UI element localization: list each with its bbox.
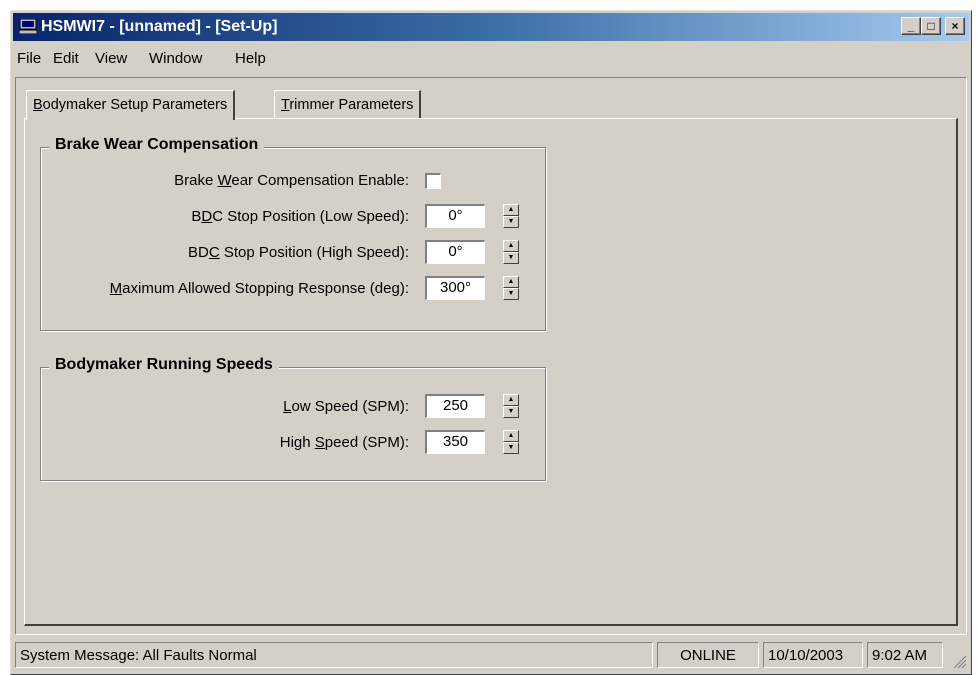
close-button[interactable]: ×	[945, 17, 965, 35]
low-speed-label: Low Speed (SPM):	[283, 398, 409, 415]
main-window: HSMWI7 - [unnamed] - [Set-Up] _ □ × File…	[10, 10, 972, 675]
title-bar[interactable]: HSMWI7 - [unnamed] - [Set-Up] _ □ ×	[13, 13, 969, 41]
group-title: Bodymaker Running Speeds	[49, 356, 279, 374]
minimize-button[interactable]: _	[901, 17, 921, 35]
max-stopping-spinner[interactable]: ▲ ▼	[503, 276, 519, 300]
menu-edit[interactable]: Edit	[53, 50, 79, 67]
bdc-high-spinner[interactable]: ▲ ▼	[503, 240, 519, 264]
brake-wear-group: Brake Wear Compensation Brake Wear Compe…	[40, 136, 546, 331]
bdc-low-input[interactable]: 0°	[425, 204, 485, 228]
spin-down-icon[interactable]: ▼	[503, 216, 519, 228]
connection-status: ONLINE	[657, 642, 759, 668]
resize-grip-icon[interactable]	[951, 653, 967, 669]
bdc-high-label: BDC Stop Position (High Speed):	[188, 244, 409, 261]
spin-down-icon[interactable]: ▼	[503, 288, 519, 300]
tab-trimmer-parameters[interactable]: Trimmer Parameters	[274, 90, 422, 118]
bdc-high-input[interactable]: 0°	[425, 240, 485, 264]
spin-up-icon[interactable]: ▲	[503, 276, 519, 288]
menu-view[interactable]: View	[95, 50, 127, 67]
running-speeds-group: Bodymaker Running Speeds Low Speed (SPM)…	[40, 356, 546, 481]
spin-up-icon[interactable]: ▲	[503, 204, 519, 216]
computer-icon	[19, 19, 37, 34]
high-speed-input[interactable]: 350	[425, 430, 485, 454]
minimize-icon: _	[907, 19, 915, 33]
maximize-button[interactable]: □	[921, 17, 941, 35]
system-message: System Message: All Faults Normal	[15, 642, 653, 668]
spin-down-icon[interactable]: ▼	[503, 406, 519, 418]
status-date: 10/10/2003	[763, 642, 863, 668]
low-speed-input[interactable]: 250	[425, 394, 485, 418]
menu-window[interactable]: Window	[149, 50, 202, 67]
window-title: HSMWI7 - [unnamed] - [Set-Up]	[41, 18, 278, 35]
max-stopping-label: Maximum Allowed Stopping Response (deg):	[109, 280, 409, 297]
spin-up-icon[interactable]: ▲	[503, 240, 519, 252]
spin-up-icon[interactable]: ▲	[503, 394, 519, 406]
status-bar: System Message: All Faults Normal ONLINE…	[13, 639, 969, 671]
high-speed-label: High Speed (SPM):	[279, 434, 409, 451]
group-title: Brake Wear Compensation	[49, 136, 265, 154]
menu-bar: File Edit View Window Help	[13, 45, 969, 71]
menu-file[interactable]: File	[17, 50, 41, 67]
spin-up-icon[interactable]: ▲	[503, 430, 519, 442]
max-stopping-input[interactable]: 300°	[425, 276, 485, 300]
client-area: Bodymaker Setup Parameters Trimmer Param…	[15, 77, 967, 635]
menu-help[interactable]: Help	[235, 50, 266, 67]
brake-wear-enable-label: Brake Wear Compensation Enable:	[174, 172, 409, 189]
maximize-icon: □	[927, 19, 935, 33]
low-speed-spinner[interactable]: ▲ ▼	[503, 394, 519, 418]
high-speed-spinner[interactable]: ▲ ▼	[503, 430, 519, 454]
spin-down-icon[interactable]: ▼	[503, 252, 519, 264]
tab-panel: Brake Wear Compensation Brake Wear Compe…	[24, 118, 958, 626]
brake-wear-enable-checkbox[interactable]	[425, 173, 441, 189]
bdc-low-label: BDC Stop Position (Low Speed):	[191, 208, 409, 225]
tab-bodymaker-setup[interactable]: Bodymaker Setup Parameters	[26, 90, 236, 120]
bdc-low-spinner[interactable]: ▲ ▼	[503, 204, 519, 228]
status-time: 9:02 AM	[867, 642, 943, 668]
spin-down-icon[interactable]: ▼	[503, 442, 519, 454]
close-icon: ×	[951, 19, 959, 33]
